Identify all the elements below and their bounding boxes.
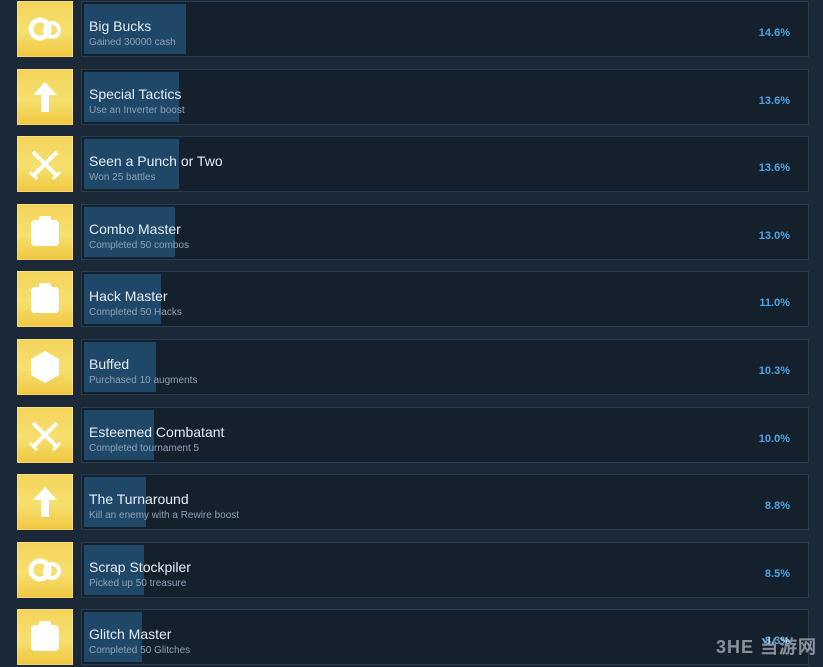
- achievement-row[interactable]: Buffed Purchased 10 augments 10.3%: [0, 338, 823, 395]
- gears-icon: [17, 542, 73, 598]
- achievement-title: Glitch Master: [89, 626, 172, 642]
- achievement-panel: Buffed Purchased 10 augments 10.3%: [81, 339, 809, 395]
- achievement-description: Completed 50 combos: [89, 240, 190, 251]
- gears-icon: [17, 1, 73, 57]
- up-arrow-icon: [17, 69, 73, 125]
- achievement-row[interactable]: Combo Master Completed 50 combos 13.0%: [0, 203, 823, 260]
- achievement-row[interactable]: Esteemed Combatant Completed tournament 5…: [0, 406, 823, 463]
- achievement-title: Special Tactics: [89, 86, 182, 102]
- box-icon: [17, 204, 73, 260]
- achievement-panel: Seen a Punch or Two Won 25 battles 13.6%: [81, 136, 809, 192]
- unlock-percentage: 13.6%: [758, 162, 790, 174]
- achievement-title: The Turnaround: [89, 491, 189, 507]
- achievement-panel: Big Bucks Gained 30000 cash 14.6%: [81, 1, 809, 57]
- achievement-panel: Hack Master Completed 50 Hacks 11.0%: [81, 271, 809, 327]
- achievement-description: Completed tournament 5: [89, 443, 200, 454]
- achievement-panel: Esteemed Combatant Completed tournament 5…: [81, 407, 809, 463]
- achievement-title: Buffed: [89, 356, 130, 372]
- unlock-percentage: 8.8%: [764, 500, 790, 512]
- crossed-swords-icon: [17, 136, 73, 192]
- achievement-description: Use an Inverter boost: [89, 105, 185, 116]
- achievement-description: Won 25 battles: [89, 172, 156, 183]
- up-arrow-icon: [17, 474, 73, 530]
- achievement-row[interactable]: The Turnaround Kill an enemy with a Rewir…: [0, 473, 823, 530]
- achievement-panel: Glitch Master Completed 50 Glitches 8.3%: [81, 609, 809, 665]
- achievement-panel: The Turnaround Kill an enemy with a Rewir…: [81, 474, 809, 530]
- achievement-row[interactable]: Big Bucks Gained 30000 cash 14.6%: [0, 0, 823, 57]
- achievement-row[interactable]: Hack Master Completed 50 Hacks 11.0%: [0, 270, 823, 327]
- achievement-description: Gained 30000 cash: [89, 37, 176, 48]
- achievement-title: Esteemed Combatant: [89, 424, 225, 440]
- achievement-title: Combo Master: [89, 221, 181, 237]
- achievement-panel: Scrap Stockpiler Picked up 50 treasure 8.5…: [81, 542, 809, 598]
- achievement-title: Hack Master: [89, 288, 168, 304]
- unlock-percentage: 8.5%: [764, 568, 790, 580]
- unlock-percentage: 14.6%: [758, 27, 790, 39]
- achievement-title: Big Bucks: [89, 18, 152, 34]
- achievement-description: Purchased 10 augments: [89, 375, 198, 386]
- achievement-description: Completed 50 Hacks: [89, 307, 182, 318]
- watermark: 3HE 当游网: [715, 637, 817, 657]
- achievement-title: Scrap Stockpiler: [89, 559, 191, 575]
- unlock-percentage: 13.6%: [758, 95, 790, 107]
- crossed-swords-icon: [17, 407, 73, 463]
- achievement-row[interactable]: Glitch Master Completed 50 Glitches 8.3%: [0, 608, 823, 665]
- unlock-percentage: 13.0%: [758, 230, 790, 242]
- box-icon: [17, 609, 73, 665]
- achievement-row[interactable]: Seen a Punch or Two Won 25 battles 13.6%: [0, 135, 823, 192]
- achievement-panel: Combo Master Completed 50 combos 13.0%: [81, 204, 809, 260]
- unlock-percentage: 10.0%: [758, 433, 790, 445]
- achievement-panel: Special Tactics Use an Inverter boost 13.6…: [81, 69, 809, 125]
- achievement-description: Kill an enemy with a Rewire boost: [89, 510, 240, 521]
- achievement-description: Picked up 50 treasure: [89, 578, 187, 589]
- achievement-row[interactable]: Scrap Stockpiler Picked up 50 treasure 8.5…: [0, 541, 823, 598]
- achievement-row[interactable]: Special Tactics Use an Inverter boost 13.6…: [0, 68, 823, 125]
- box-icon: [17, 271, 73, 327]
- achievement-description: Completed 50 Glitches: [89, 645, 191, 656]
- unlock-percentage: 11.0%: [759, 297, 790, 309]
- achievement-title: Seen a Punch or Two: [89, 153, 223, 169]
- hexagon-icon: [17, 339, 73, 395]
- unlock-percentage: 10.3%: [758, 365, 790, 377]
